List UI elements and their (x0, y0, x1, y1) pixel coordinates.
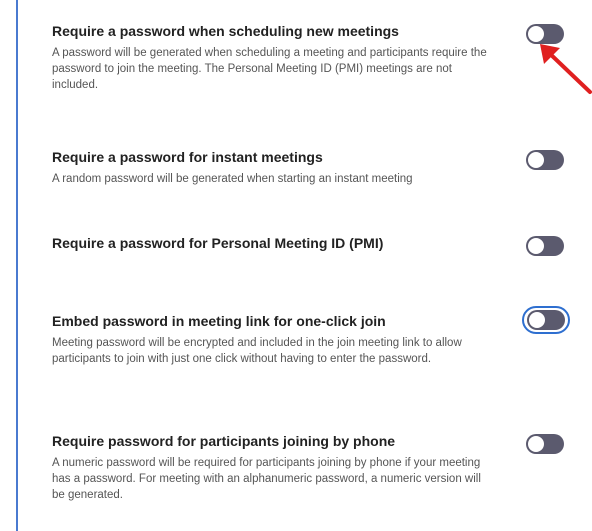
setting-description: Meeting password will be encrypted and i… (52, 337, 462, 365)
setting-password-pmi: Require a password for Personal Meeting … (52, 234, 492, 252)
setting-description: A password will be generated when schedu… (52, 47, 487, 91)
setting-embed-password: Embed password in meeting link for one-c… (52, 312, 492, 367)
toggle-password-instant[interactable] (526, 150, 564, 170)
settings-panel: Require a password when scheduling new m… (16, 0, 592, 531)
setting-title: Require a password for Personal Meeting … (52, 235, 384, 251)
setting-title: Require a password when scheduling new m… (52, 23, 399, 39)
setting-description: A numeric password will be required for … (52, 457, 481, 501)
setting-password-scheduling: Require a password when scheduling new m… (52, 22, 492, 93)
toggle-track (527, 310, 565, 330)
setting-title: Require a password for instant meetings (52, 149, 323, 165)
toggle-knob (528, 238, 544, 254)
setting-password-instant: Require a password for instant meetings … (52, 148, 492, 187)
toggle-embed-password[interactable] (522, 306, 570, 334)
red-arrow-icon (540, 44, 592, 94)
toggle-password-pmi[interactable] (526, 236, 564, 256)
setting-title: Embed password in meeting link for one-c… (52, 313, 386, 329)
toggle-knob (528, 152, 544, 168)
setting-description: A random password will be generated when… (52, 173, 413, 185)
setting-password-phone: Require password for participants joinin… (52, 432, 492, 503)
setting-title: Require password for participants joinin… (52, 433, 396, 449)
toggle-password-phone[interactable] (526, 434, 564, 454)
toggle-knob (529, 312, 545, 328)
toggle-knob (528, 436, 544, 452)
